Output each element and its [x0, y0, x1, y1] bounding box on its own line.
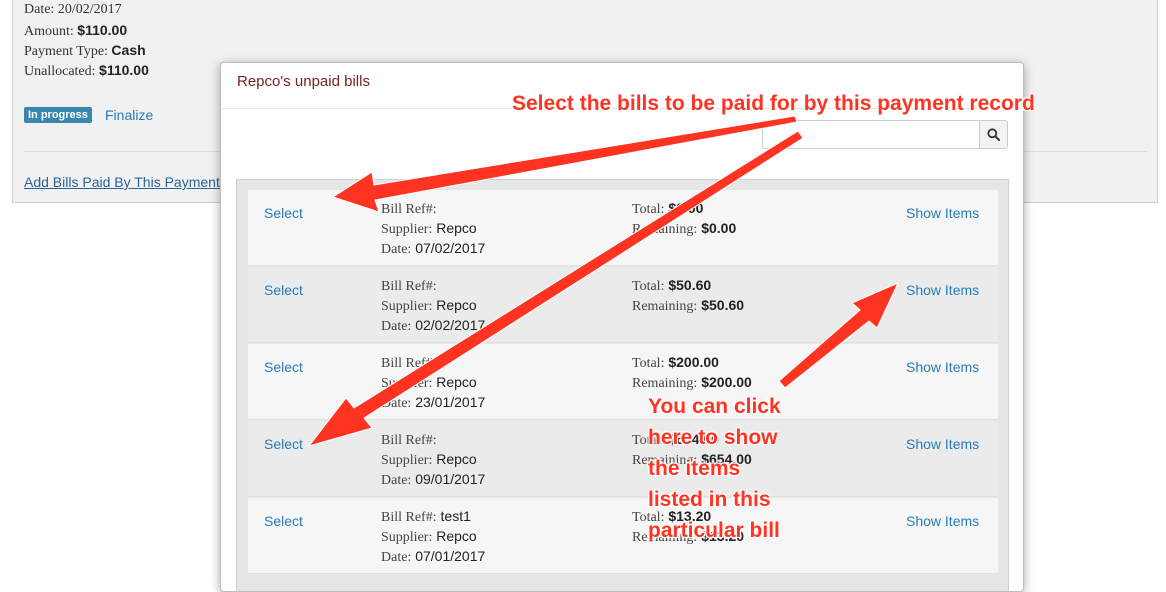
arrow-to-first-select — [332, 115, 798, 213]
annotation-note-line: the items — [648, 457, 741, 480]
annotation-note-line: here to show — [648, 426, 778, 449]
annotation-arrows — [308, 115, 899, 447]
annotation-note: You can click here to show the items lis… — [648, 391, 781, 546]
annotation-top-callout: Select the bills to be paid for by this … — [512, 92, 1035, 115]
annotation-note-line: listed in this — [648, 488, 771, 511]
annotation-note-line: particular bill — [648, 519, 780, 542]
arrow-to-show-items — [778, 282, 899, 389]
annotation-note-line: You can click — [648, 395, 781, 418]
